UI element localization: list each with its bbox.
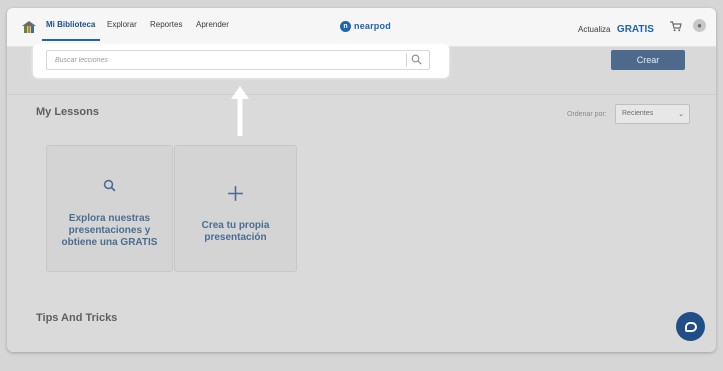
create-button[interactable]: Crear	[611, 50, 685, 70]
search-divider	[406, 53, 407, 67]
create-card[interactable]: Crea tu propia presentación	[174, 145, 297, 272]
order-by-select[interactable]: Recientes ⌄	[615, 104, 690, 124]
avatar[interactable]: ●	[693, 19, 706, 32]
active-tab-indicator	[42, 39, 100, 41]
search-icon	[103, 179, 116, 192]
search-icon[interactable]	[411, 54, 422, 65]
nav-aprender[interactable]: Aprender	[196, 20, 229, 29]
search-input[interactable]	[46, 50, 430, 70]
order-by-value: Recientes	[622, 110, 654, 117]
explore-card-text: Explora nuestras presentaciones y obtien…	[61, 213, 158, 248]
home-logo-icon[interactable]	[22, 21, 36, 33]
upgrade-label: Actualiza	[578, 25, 611, 34]
top-navigation-bar: Mi Biblioteca Explorar Reportes Aprender…	[7, 8, 716, 47]
brand-name: nearpod	[354, 21, 391, 31]
upgrade-link[interactable]: Actualiza GRATIS	[578, 19, 654, 37]
nav-explorar[interactable]: Explorar	[107, 20, 137, 29]
user-icon: ●	[697, 21, 702, 30]
explore-card[interactable]: Explora nuestras presentaciones y obtien…	[46, 145, 173, 272]
chevron-down-icon: ⌄	[678, 111, 684, 118]
nav-mi-biblioteca[interactable]: Mi Biblioteca	[46, 20, 95, 29]
create-card-text: Crea tu propia presentación	[201, 220, 270, 243]
my-lessons-title: My Lessons	[36, 106, 99, 118]
cart-icon[interactable]	[670, 21, 682, 32]
nav-reportes[interactable]: Reportes	[150, 20, 182, 29]
chat-button[interactable]	[676, 312, 705, 341]
plus-icon	[228, 186, 243, 201]
upgrade-badge: GRATIS	[616, 24, 654, 35]
brand-logo[interactable]: n nearpod	[340, 19, 391, 33]
up-arrow-indicator	[231, 86, 249, 136]
order-by-label: Ordenar por:	[567, 111, 607, 118]
chat-icon	[684, 321, 697, 332]
brand-mark-icon: n	[340, 20, 351, 32]
tips-title: Tips And Tricks	[36, 312, 118, 324]
